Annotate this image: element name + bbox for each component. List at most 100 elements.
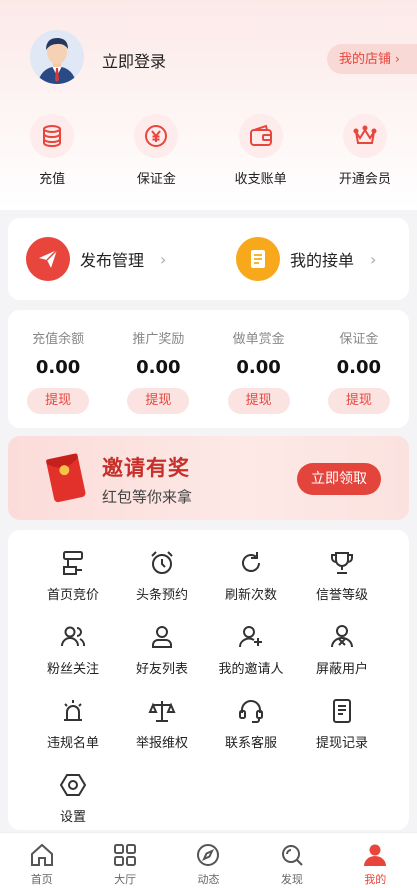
trophy-icon [297, 548, 387, 578]
nav-hall[interactable]: 大厅 [83, 833, 166, 888]
nav-discover[interactable]: 发现 [250, 833, 333, 888]
tool-label: 屏蔽用户 [315, 662, 368, 677]
balance-title: 推广奖励 [132, 332, 185, 347]
user-add-icon [206, 622, 296, 652]
balance-title: 充值余额 [32, 332, 85, 347]
quick-action-label: 开通会员 [338, 172, 391, 187]
scale-icon [117, 696, 207, 726]
list-document-icon [236, 237, 280, 281]
yen-icon [134, 114, 179, 158]
tools-grid: 首页竞价 头条预约 刷新次数 信誉等级 粉丝关注 好友列表 我的邀请人 屏蔽用户… [8, 530, 409, 830]
refresh-icon [206, 548, 296, 578]
publish-management-label: 发布管理 [80, 251, 145, 270]
quick-action-membership[interactable]: 开通会员 [313, 114, 417, 194]
chevron-right-icon: › [395, 52, 400, 66]
tool-settings[interactable]: 设置 [28, 770, 118, 825]
quick-action-bill[interactable]: 收支账单 [209, 114, 313, 194]
tool-block-user[interactable]: 屏蔽用户 [297, 622, 387, 677]
user-block-icon [297, 622, 387, 652]
chevron-right-icon: › [370, 249, 377, 269]
tool-label: 首页竞价 [46, 588, 99, 603]
balance-value: 0.00 [136, 357, 181, 378]
chevron-right-icon: › [160, 249, 167, 269]
nav-label: 首页 [30, 873, 53, 886]
wallet-icon [238, 114, 283, 158]
home-icon [0, 841, 83, 869]
profile-page: 立即登录 我的店铺 › 充值 保证金 收支账单 开通会员 发布管理 › 我的接单… [0, 0, 417, 888]
avatar[interactable] [30, 30, 84, 84]
tool-violation-list[interactable]: 违规名单 [28, 696, 118, 751]
balance-recharge: 充值余额 0.00 提现 [8, 310, 108, 428]
tool-label: 联系客服 [224, 736, 277, 751]
my-shop-button[interactable]: 我的店铺 › [327, 44, 417, 74]
tool-label: 我的邀请人 [218, 662, 284, 677]
fans-icon [28, 622, 118, 652]
quick-action-recharge[interactable]: 充值 [0, 114, 104, 194]
tool-my-inviter[interactable]: 我的邀请人 [206, 622, 296, 677]
balance-title: 保证金 [339, 332, 379, 347]
tool-report-rights[interactable]: 举报维权 [117, 696, 207, 751]
login-link[interactable]: 立即登录 [102, 48, 166, 72]
invite-banner[interactable]: 邀请有奖 红包等你来拿 立即领取 [8, 436, 409, 520]
quick-actions: 充值 保证金 收支账单 开通会员 [0, 114, 417, 194]
bid-icon [28, 548, 118, 578]
tool-label: 粉丝关注 [46, 662, 99, 677]
balance-deposit: 保证金 0.00 提现 [309, 310, 409, 428]
nav-label: 发现 [280, 873, 303, 886]
bottom-navigation: 首页 大厅 动态 发现 我的 [0, 832, 417, 888]
tool-friend-list[interactable]: 好友列表 [117, 622, 207, 677]
person-icon [334, 841, 417, 869]
tool-label: 设置 [59, 810, 86, 825]
quick-action-deposit[interactable]: 保证金 [104, 114, 208, 194]
tool-fans[interactable]: 粉丝关注 [28, 622, 118, 677]
balance-value: 0.00 [236, 357, 281, 378]
quick-action-label: 收支账单 [234, 172, 287, 187]
tool-headline-booking[interactable]: 头条预约 [117, 548, 207, 603]
tool-label: 信誉等级 [315, 588, 368, 603]
paper-plane-icon [26, 237, 70, 281]
nav-label: 大厅 [114, 873, 137, 886]
tool-refresh-count[interactable]: 刷新次数 [206, 548, 296, 603]
my-orders-label: 我的接单 [290, 251, 355, 270]
search-icon [250, 841, 333, 869]
tool-label: 举报维权 [135, 736, 188, 751]
friend-icon [117, 622, 207, 652]
publish-management-button[interactable]: 发布管理 › [26, 236, 166, 282]
withdraw-button[interactable]: 提现 [327, 388, 390, 414]
nav-home[interactable]: 首页 [0, 833, 83, 888]
grid-icon [83, 841, 166, 869]
tool-label: 好友列表 [135, 662, 188, 677]
balance-bounty: 做单赏金 0.00 提现 [209, 310, 309, 428]
withdraw-button[interactable]: 提现 [127, 388, 190, 414]
crown-icon [342, 114, 387, 158]
nav-dynamics[interactable]: 动态 [167, 833, 250, 888]
red-envelope-icon [46, 453, 86, 503]
invite-subtitle: 红包等你来拿 [102, 488, 193, 506]
tool-withdraw-records[interactable]: 提现记录 [297, 696, 387, 751]
balance-value: 0.00 [336, 357, 382, 378]
compass-icon [167, 841, 250, 869]
balance-value: 0.00 [35, 357, 81, 378]
balance-promotion: 推广奖励 0.00 提现 [108, 310, 208, 428]
nav-mine[interactable]: 我的 [334, 833, 417, 888]
tool-customer-service[interactable]: 联系客服 [206, 696, 296, 751]
alarm-light-icon [28, 696, 118, 726]
balance-title: 做单赏金 [232, 332, 285, 347]
quick-action-label: 充值 [39, 172, 66, 187]
alarm-clock-icon [117, 548, 207, 578]
withdraw-button[interactable]: 提现 [27, 388, 90, 414]
my-orders-button[interactable]: 我的接单 › [236, 236, 376, 282]
headset-icon [206, 696, 296, 726]
balance-card: 充值余额 0.00 提现 推广奖励 0.00 提现 做单赏金 0.00 提现 保… [8, 310, 409, 428]
nav-label: 动态 [197, 873, 220, 886]
tool-homepage-bid[interactable]: 首页竞价 [28, 548, 118, 603]
tool-credit-level[interactable]: 信誉等级 [297, 548, 387, 603]
coins-icon [30, 114, 75, 158]
withdraw-button[interactable]: 提现 [227, 388, 290, 414]
quick-action-label: 保证金 [136, 172, 176, 187]
profile-header: 立即登录 我的店铺 › [0, 28, 417, 90]
tool-label: 头条预约 [135, 588, 188, 603]
tool-label: 提现记录 [315, 736, 368, 751]
nav-label: 我的 [364, 873, 387, 886]
claim-now-button[interactable]: 立即领取 [297, 463, 381, 495]
